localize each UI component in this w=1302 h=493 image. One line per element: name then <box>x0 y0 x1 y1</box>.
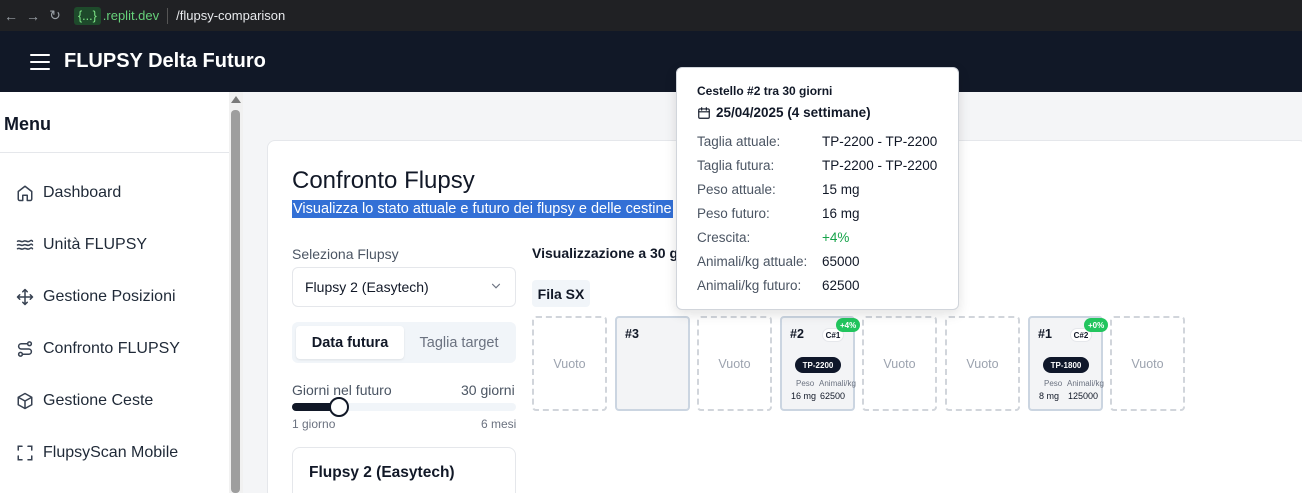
sidebar-item-label: Gestione Ceste <box>43 392 154 409</box>
sidebar-item-label: Gestione Posizioni <box>43 288 176 305</box>
app-title: FLUPSY Delta Futuro <box>64 50 266 72</box>
page-title: Confronto Flupsy <box>292 167 475 194</box>
basket-1[interactable]: #1 C#2 +0% TP-1800 Peso Animali/kg 8 mg … <box>1028 316 1109 411</box>
basket-slot-empty[interactable]: Vuoto <box>945 316 1020 411</box>
basket-slot-empty[interactable]: Vuoto <box>862 316 937 411</box>
animals-value: 62500 <box>820 391 846 401</box>
weight-value: 8 mg <box>1039 391 1060 401</box>
sidebar-item-label: Dashboard <box>43 184 122 201</box>
flupsy-summary-title: Flupsy 2 (Easytech) <box>309 464 455 481</box>
tab-taglia-target[interactable]: Taglia target <box>406 326 512 359</box>
flupsy-select[interactable]: Flupsy 2 (Easytech) <box>292 267 516 307</box>
tooltip-key: Peso attuale: <box>697 182 776 197</box>
reload-icon[interactable]: ↻ <box>44 7 66 24</box>
sidebar-item-label: Unità FLUPSY <box>43 236 148 253</box>
tooltip-value: 62500 <box>822 278 860 293</box>
basket-slot-empty[interactable]: Vuoto <box>532 316 607 411</box>
days-future-label: Giorni nel futuro <box>292 382 392 398</box>
weight-label: Peso <box>796 379 815 388</box>
growth-badge: +4% <box>836 318 861 332</box>
empty-slot-label: Vuoto <box>966 356 999 371</box>
sidebar-item-label: Confronto FLUPSY <box>43 340 180 357</box>
sidebar-item-label: FlupsyScan Mobile <box>43 444 179 461</box>
empty-slot-label: Vuoto <box>718 356 751 371</box>
chevron-down-icon <box>489 279 503 296</box>
sidebar: Menu Dashboard Unità FLUPSY Gestione Pos… <box>0 92 229 493</box>
basket-3[interactable]: #3 <box>615 316 690 411</box>
back-icon[interactable]: ← <box>0 8 22 24</box>
animals-label: Animali/kg <box>1067 379 1104 388</box>
basket-2[interactable]: #2 C#1 +4% TP-2200 Peso Animali/kg 16 mg… <box>780 316 861 411</box>
tab-data-futura[interactable]: Data futura <box>296 326 404 359</box>
sidebar-item-dashboard[interactable]: Dashboard <box>16 184 121 202</box>
tooltip-growth-value: +4% <box>822 230 850 245</box>
select-flupsy-label: Seleziona Flupsy <box>292 246 399 262</box>
tooltip-key: Crescita: <box>697 230 751 245</box>
tooltip-title: Cestello #2 tra 30 giorni <box>697 84 833 98</box>
basket-slot-empty[interactable]: Vuoto <box>697 316 772 411</box>
row-label-sx: Fila SX <box>532 280 590 307</box>
tooltip-key: Peso futuro: <box>697 206 770 221</box>
tooltip-key: Animali/kg futuro: <box>697 278 802 293</box>
tooltip-value: TP-2200 - TP-2200 <box>822 158 938 173</box>
tooltip-key: Taglia attuale: <box>697 134 781 149</box>
flupsy-select-value: Flupsy 2 (Easytech) <box>305 279 429 295</box>
basket-number: #2 <box>790 327 804 341</box>
weight-value: 16 mg <box>791 391 817 401</box>
page-subtitle: Visualizza lo stato attuale e futuro dei… <box>292 200 673 218</box>
empty-slot-label: Vuoto <box>1131 356 1164 371</box>
sidebar-item-gestione-posizioni[interactable]: Gestione Posizioni <box>16 288 176 306</box>
scroll-up-arrow-icon[interactable] <box>231 96 241 103</box>
sidebar-item-flupsyscan-mobile[interactable]: FlupsyScan Mobile <box>16 444 178 462</box>
basket-slot-empty[interactable]: Vuoto <box>1110 316 1185 411</box>
box-icon <box>16 392 34 410</box>
tooltip-value: 15 mg <box>822 182 860 197</box>
days-future-value: 30 giorni <box>461 382 515 398</box>
tooltip-value: TP-2200 - TP-2200 <box>822 134 938 149</box>
home-icon <box>16 184 34 202</box>
size-badge: TP-1800 <box>1043 357 1089 373</box>
empty-slot-label: Vuoto <box>553 356 586 371</box>
waves-icon <box>16 236 34 254</box>
tooltip-value: 16 mg <box>822 206 860 221</box>
empty-slot-label: Vuoto <box>883 356 916 371</box>
move-icon <box>16 288 34 306</box>
tooltip-value: 65000 <box>822 254 860 269</box>
tooltip-date: 25/04/2025 (4 settimane) <box>697 105 871 120</box>
animals-value: 125000 <box>1068 391 1099 401</box>
days-slider-thumb[interactable] <box>329 397 349 417</box>
visualization-title: Visualizzazione a 30 gi <box>532 245 682 261</box>
animals-label: Animali/kg <box>819 379 856 388</box>
tooltip-date-text: 25/04/2025 (4 settimane) <box>716 105 871 120</box>
basket-number: #1 <box>1038 327 1052 341</box>
menu-toggle-icon[interactable] <box>30 53 50 70</box>
basket-number: #3 <box>625 327 639 341</box>
url-separator <box>167 7 169 24</box>
sidebar-scroll-thumb[interactable] <box>231 110 240 493</box>
tooltip-key: Animali/kg attuale: <box>697 254 808 269</box>
url-host-badge[interactable]: {...} <box>74 6 101 25</box>
size-badge: TP-2200 <box>795 357 841 373</box>
slider-max-label: 6 mesi <box>481 417 517 431</box>
sidebar-item-unita-flupsy[interactable]: Unità FLUPSY <box>16 236 147 254</box>
sidebar-item-gestione-ceste[interactable]: Gestione Ceste <box>16 392 153 410</box>
route-icon <box>16 340 34 358</box>
tooltip-key: Taglia futura: <box>697 158 775 173</box>
slider-min-label: 1 giorno <box>292 417 336 431</box>
browser-toolbar: ← → ↻ {...} .replit.dev /flupsy-comparis… <box>0 0 1302 31</box>
growth-badge: +0% <box>1084 318 1109 332</box>
forward-icon[interactable]: → <box>22 8 44 24</box>
menu-title: Menu <box>4 114 51 134</box>
sidebar-item-confronto-flupsy[interactable]: Confronto FLUPSY <box>16 340 180 358</box>
url-path[interactable]: /flupsy-comparison <box>176 8 285 23</box>
scan-icon <box>16 444 34 462</box>
calendar-icon <box>697 106 711 120</box>
mode-tabs: Data futura Taglia target <box>292 322 516 363</box>
menu-divider <box>0 152 229 153</box>
url-domain[interactable]: .replit.dev <box>103 8 159 23</box>
days-slider-track[interactable] <box>292 403 516 411</box>
weight-label: Peso <box>1044 379 1063 388</box>
app-header: FLUPSY Delta Futuro <box>0 31 1302 92</box>
